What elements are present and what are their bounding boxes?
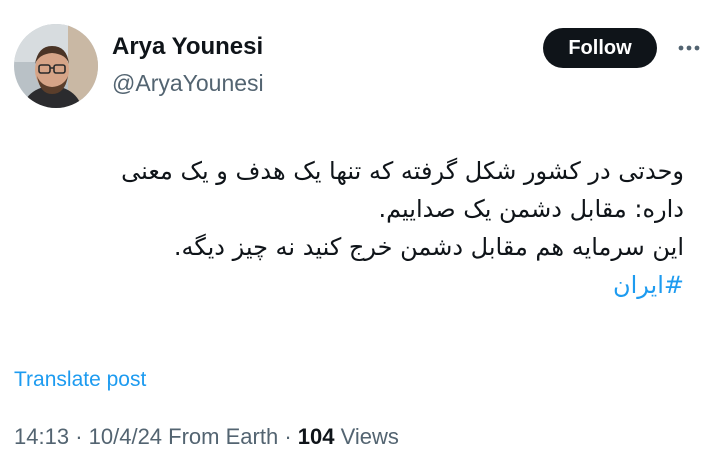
tweet-meta: 14:13 · 10/4/24 From Earth · 104 Views <box>14 424 399 450</box>
views-count: 104 <box>297 424 335 449</box>
meta-separator: · <box>284 424 292 449</box>
views-label: Views <box>340 424 399 449</box>
post-date[interactable]: 10/4/24 <box>89 424 162 449</box>
post-source: From Earth <box>168 424 279 449</box>
avatar-image <box>14 24 98 108</box>
hashtag-link[interactable]: #ایران <box>613 271 684 299</box>
author-avatar[interactable] <box>14 24 98 108</box>
tweet-line: این سرمایه هم مقابل دشمن خرج کنید نه چیز… <box>173 233 684 261</box>
author-handle[interactable]: @AryaYounesi <box>112 70 264 97</box>
more-horizontal-icon <box>678 45 700 51</box>
post-time[interactable]: 14:13 <box>14 424 69 449</box>
translate-post-link[interactable]: Translate post <box>14 368 146 392</box>
author-display-name[interactable]: Arya Younesi <box>112 33 263 61</box>
meta-separator: · <box>75 424 83 449</box>
tweet-text: وحدتی در کشور شکل گرفته که تنها یک هدف و… <box>24 152 684 304</box>
more-options-button[interactable] <box>674 36 704 60</box>
follow-button[interactable]: Follow <box>543 28 657 68</box>
tweet-line: داره: مقابل دشمن یک صداییم. <box>378 195 684 223</box>
tweet-line: وحدتی در کشور شکل گرفته که تنها یک هدف و… <box>121 157 684 185</box>
